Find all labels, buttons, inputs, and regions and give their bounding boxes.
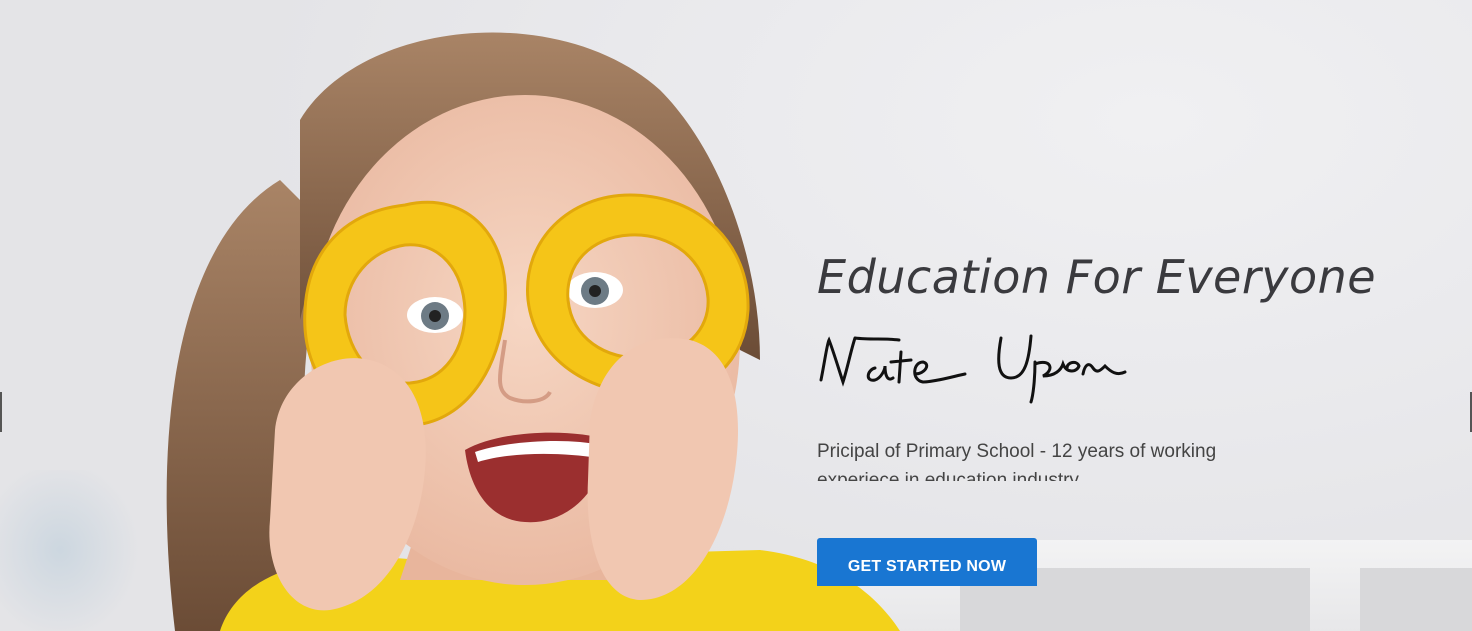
hero-description: Pricipal of Primary School - 12 years of… [817,441,1217,481]
hero-photo [166,32,900,631]
hero-slide: Education For Everyone Pricipal of Prima… [0,0,1472,631]
signature-image [819,334,1127,404]
slider-prev-arrow-icon[interactable] [0,392,2,432]
hero-headline: Education For Everyone [817,250,1377,304]
get-started-button[interactable]: GET STARTED NOW [817,538,1037,586]
